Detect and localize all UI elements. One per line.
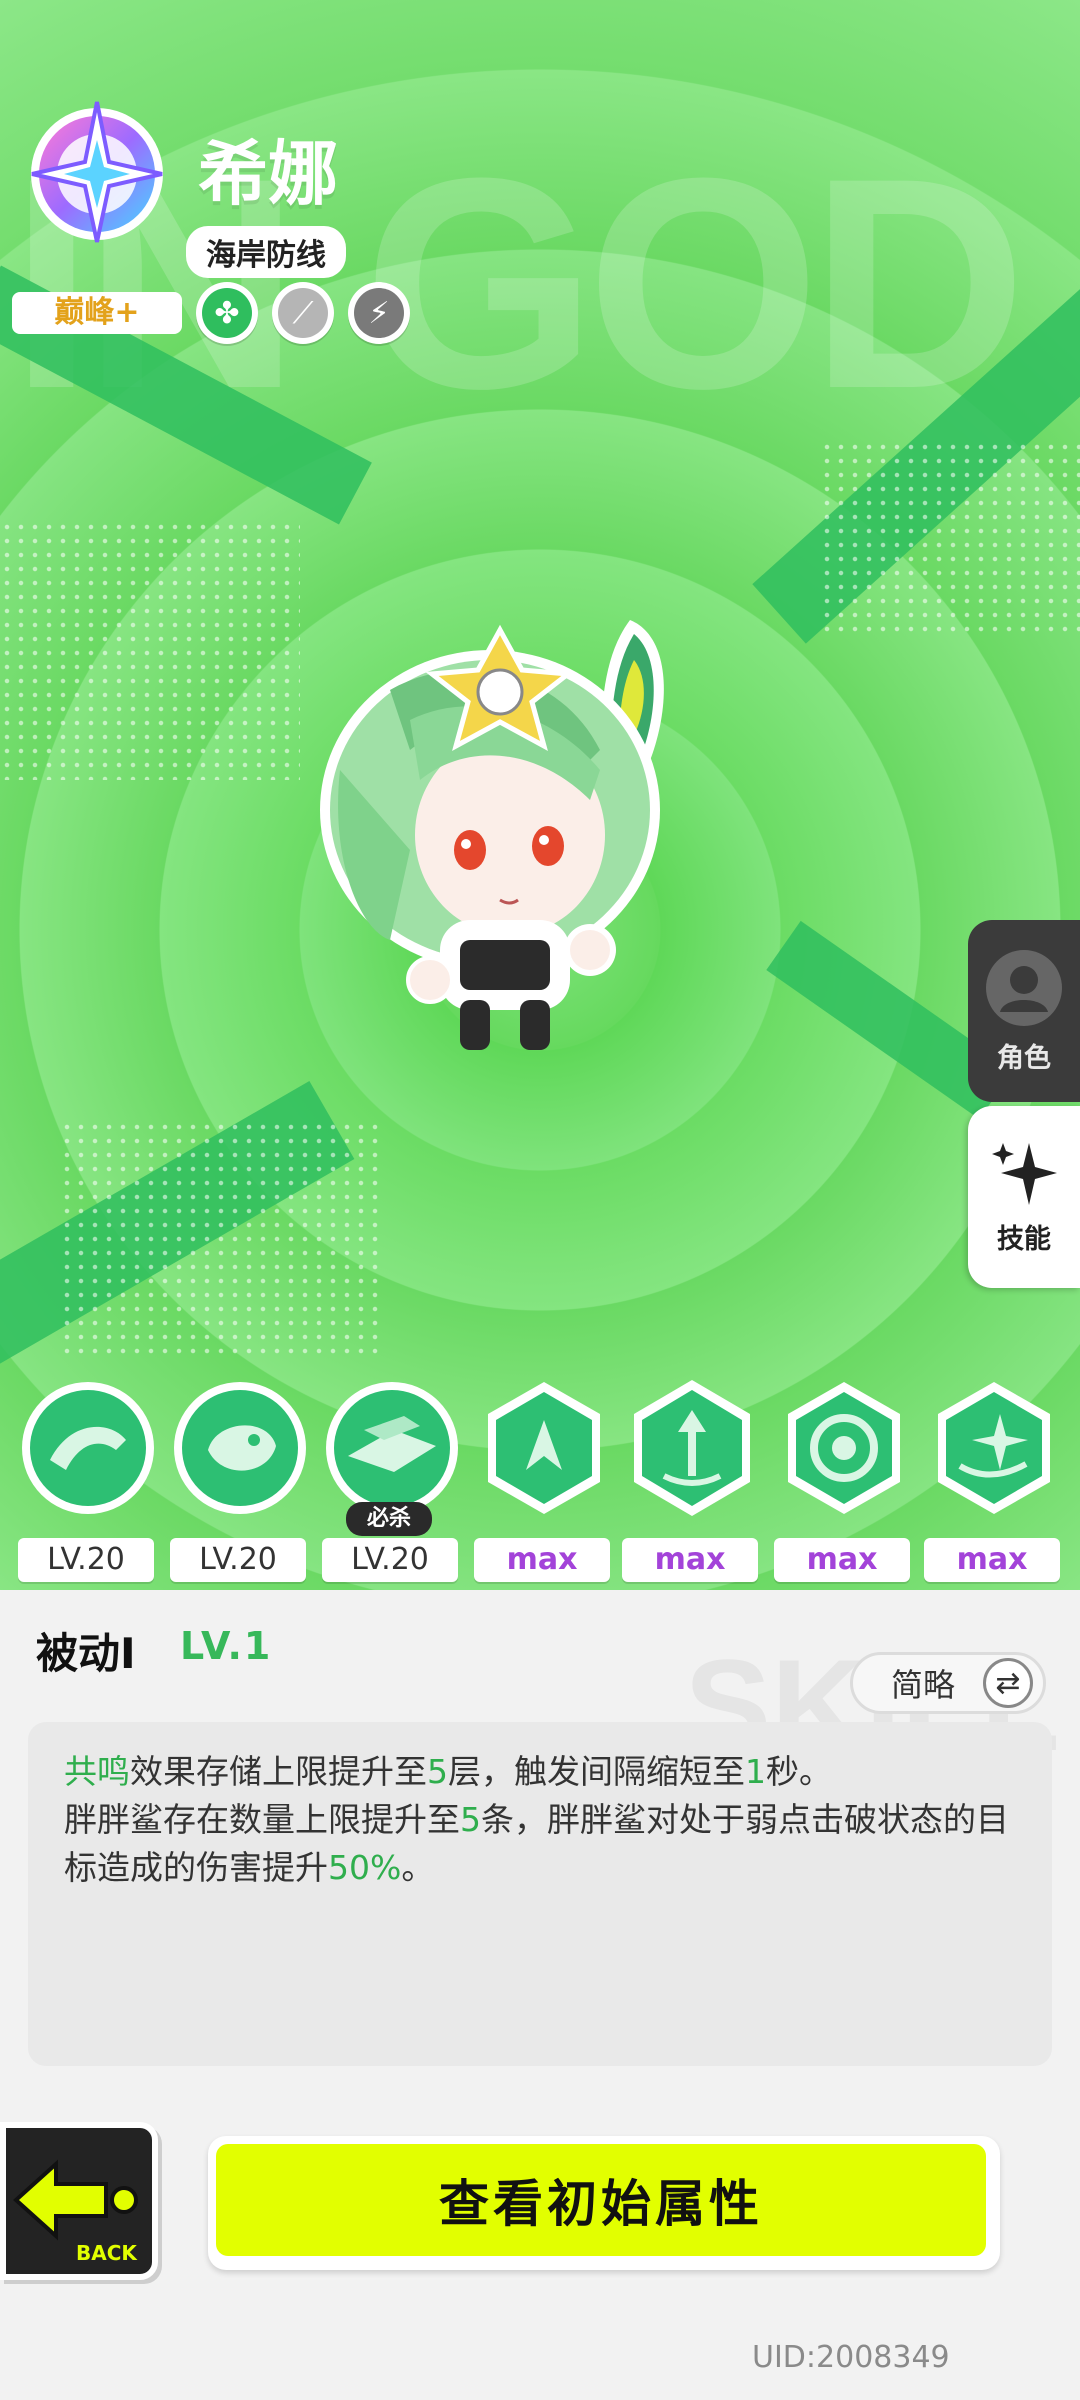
back-button[interactable]: BACK	[0, 2122, 158, 2280]
arrow-burst-skill-icon	[488, 1382, 600, 1514]
skill-detail-panel: SKILL 被动I LV.1 简略 ⇄ 共鸣效果存储上限提升至5层，触发间隔缩短…	[0, 1590, 1080, 2400]
star-swirl-skill-icon	[938, 1382, 1050, 1514]
avatar-icon	[986, 949, 1062, 1026]
skill-level-label: LV.20	[18, 1538, 154, 1582]
crest-icon: ⚡	[354, 288, 404, 338]
skill-title: 被动I	[36, 1629, 136, 1678]
value-highlight: 5	[427, 1752, 448, 1791]
skill-slot[interactable]: max	[474, 1380, 614, 1582]
element-badge: ⚡	[348, 282, 410, 344]
swirl-skill-icon	[788, 1382, 900, 1514]
skill-slot[interactable]: max	[774, 1380, 914, 1582]
brief-toggle-label: 简略	[891, 1666, 956, 1704]
tri-arrow-skill-icon	[634, 1380, 750, 1516]
element-badge: ⟋	[272, 282, 334, 344]
back-arrow-icon: BACK	[13, 2159, 138, 2265]
character-portrait	[320, 620, 664, 1050]
shark-swarm-skill-icon	[326, 1382, 458, 1514]
description-line: 共鸣效果存储上限提升至5层，触发间隔缩短至1秒。	[64, 1748, 1016, 1796]
character-stage: IN GOD 希娜 海岸防线 巅峰+ ✤ ⟋ ⚡	[0, 0, 1080, 1590]
keyword-highlight: 共鸣	[64, 1752, 130, 1791]
description-text: 层，触发间隔缩短至	[448, 1752, 745, 1791]
skill-level-label: LV.20	[322, 1538, 458, 1582]
skill-slot[interactable]: LV.20	[18, 1380, 158, 1582]
tab-character-label: 角色	[997, 1042, 1051, 1074]
skill-row: LV.20 LV.20 LV.20 max max max max	[0, 1380, 1080, 1582]
sparkle-icon	[992, 1142, 1057, 1205]
brief-toggle-button[interactable]: 简略 ⇄	[850, 1652, 1046, 1714]
view-initial-stats-label: 查看初始属性	[216, 2144, 986, 2256]
shark-leap-skill-icon	[22, 1382, 154, 1514]
skill-description: 共鸣效果存储上限提升至5层，触发间隔缩短至1秒。 胖胖鲨存在数量上限提升至5条，…	[28, 1722, 1052, 2066]
skill-slot[interactable]: max	[622, 1380, 762, 1582]
tab-skills-label: 技能	[997, 1223, 1051, 1255]
value-highlight: 5	[460, 1800, 481, 1839]
skill-level-label: max	[924, 1538, 1060, 1582]
description-text: 秒。	[766, 1752, 832, 1791]
view-initial-stats-button[interactable]: 查看初始属性	[208, 2136, 1000, 2270]
value-highlight: 50%	[328, 1848, 402, 1887]
skill-level-label: max	[622, 1538, 758, 1582]
skill-level-label: max	[474, 1538, 610, 1582]
rank-emblem-icon	[31, 101, 163, 243]
side-tab-bar: 角色 技能	[968, 920, 1080, 1288]
swap-icon: ⇄	[983, 1658, 1033, 1708]
clover-icon: ✤	[202, 288, 252, 338]
value-highlight: 1	[745, 1752, 766, 1791]
back-label: BACK	[76, 2241, 138, 2265]
description-line: 胖胖鲨存在数量上限提升至5条，胖胖鲨对处于弱点击破状态的目标造成的伤害提升50%…	[64, 1796, 1016, 1892]
skill-level-label: max	[774, 1538, 910, 1582]
element-badge: ✤	[196, 282, 258, 344]
skill-level: LV.1	[180, 1624, 273, 1668]
decor-dots	[0, 520, 300, 780]
ultimate-tag: 必杀	[346, 1502, 432, 1536]
character-name: 希娜	[198, 133, 338, 215]
tab-character[interactable]: 角色	[968, 920, 1080, 1102]
decor-dots	[60, 1120, 380, 1360]
decor-dots	[820, 440, 1080, 640]
description-text: 。	[401, 1848, 435, 1887]
description-text: 效果存储上限提升至	[130, 1752, 427, 1791]
description-text: 胖胖鲨存在数量上限提升至	[64, 1800, 460, 1839]
shark-bite-skill-icon	[174, 1382, 306, 1514]
user-id: UID:2008349	[752, 2340, 950, 2375]
skill-slot[interactable]: max	[924, 1380, 1064, 1582]
faction-badge: 海岸防线	[186, 226, 346, 278]
tab-skills[interactable]: 技能	[968, 1106, 1080, 1288]
skill-slot[interactable]: LV.20	[170, 1380, 310, 1582]
sword-icon: ⟋	[278, 288, 328, 338]
skill-slot[interactable]: LV.20	[322, 1380, 462, 1582]
rank-badge: 巅峰+	[12, 292, 182, 334]
skill-level-label: LV.20	[170, 1538, 306, 1582]
